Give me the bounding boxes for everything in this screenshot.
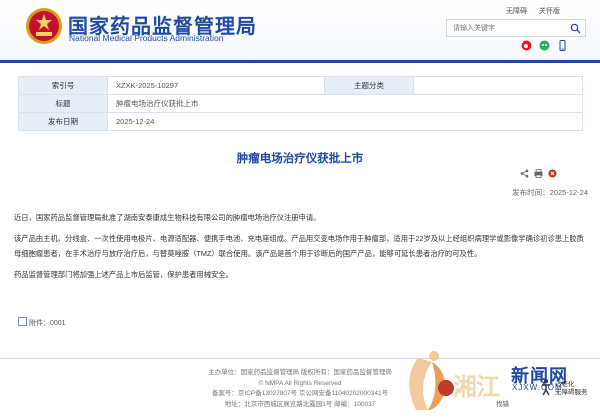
badge-label: 找错 [496, 401, 509, 408]
close-icon[interactable] [548, 169, 557, 178]
care-service-label[interactable]: 适老化 无障碍服务 [555, 381, 588, 397]
care-line-1: 适老化 [555, 381, 575, 388]
footer-icp: 备案号：京ICP备13027807号 京公网安备11040202000341号 [211, 390, 389, 397]
header-divider [0, 60, 600, 63]
search-icon[interactable] [570, 23, 581, 34]
search-input[interactable] [453, 21, 565, 35]
footer-divider [0, 358, 600, 359]
paragraph: 该产品由主机、分线盒、一次性使用电极片、电源适配器、便携手电池、充电座组成。产品… [14, 234, 584, 258]
mobile-icon[interactable] [557, 40, 568, 51]
publish-date-label: 发布日期 [18, 112, 108, 131]
publish-date-value: 2025-12-24 [107, 112, 583, 131]
accessibility-link[interactable]: 无障碍 [506, 8, 527, 15]
search-box [446, 19, 586, 37]
info-table: 索引号 XZXK-2025-10297 主题分类 标题 肿瘤电场治疗仪获批上市 … [18, 76, 583, 131]
care-mode-link[interactable]: 关怀版 [539, 8, 560, 15]
site-footer: 主办单位：国家药品监督管理局 版权所有：国家药品监督管理局 © NMPA All… [0, 368, 600, 410]
error-report-badge[interactable]: 找错 [496, 400, 509, 409]
index-label: 索引号 [18, 76, 108, 95]
care-line-2: 无障碍服务 [555, 389, 588, 396]
table-row: 标题 肿瘤电场治疗仪获批上市 [18, 94, 583, 113]
attachment-icon [18, 317, 27, 326]
table-row: 发布日期 2025-12-24 [18, 112, 583, 131]
site-header: 国家药品监督管理局 National Medical Products Admi… [0, 0, 600, 60]
accessibility-icon[interactable] [539, 378, 553, 396]
weibo-icon[interactable] [521, 40, 532, 51]
print-icon[interactable] [534, 169, 543, 178]
national-emblem-icon [26, 8, 62, 44]
article-body: 近日，国家药品监督管理局批准了湖南安泰康成生物科技有限公司的肿瘤电场治疗仪注册申… [14, 210, 584, 288]
table-row: 索引号 XZXK-2025-10297 主题分类 [18, 76, 583, 95]
top-links: 无障碍 关怀版 [496, 6, 560, 16]
publish-date: 发布时间：2025-12-24 [512, 188, 588, 197]
title-value: 肿瘤电场治疗仪获批上市 [107, 94, 583, 113]
paragraph: 近日，国家药品监督管理局批准了湖南安泰康成生物科技有限公司的肿瘤电场治疗仪注册申… [14, 213, 321, 222]
footer-address: 地址：北京市西城区展览路北露园1号 邮编：100037 [224, 400, 376, 408]
footer-copyright: © NMPA All Rights Reserved [258, 379, 342, 387]
attachment-label: 附件：0001 [29, 320, 66, 327]
title-label: 标题 [18, 94, 108, 113]
site-title-en: National Medical Products Administration [69, 33, 224, 43]
watermark-text: 湘江 [453, 372, 500, 401]
footer-sponsor: 主办单位：国家药品监督管理局 版权所有：国家药品监督管理局 [208, 369, 392, 376]
share-icon[interactable] [520, 169, 529, 178]
article-tools [520, 169, 560, 179]
government-seal-icon[interactable] [438, 380, 454, 396]
attachment-link[interactable]: 附件：0001 [18, 317, 66, 328]
article-title: 肿瘤电场治疗仪获批上市 [236, 153, 364, 165]
paragraph: 药品监督管理部门将加强上述产品上市后监管，保护患者用械安全。 [14, 270, 233, 279]
category-value [413, 76, 583, 95]
category-label: 主题分类 [324, 76, 414, 95]
index-value: XZXK-2025-10297 [107, 76, 325, 95]
wechat-icon[interactable] [539, 40, 550, 51]
